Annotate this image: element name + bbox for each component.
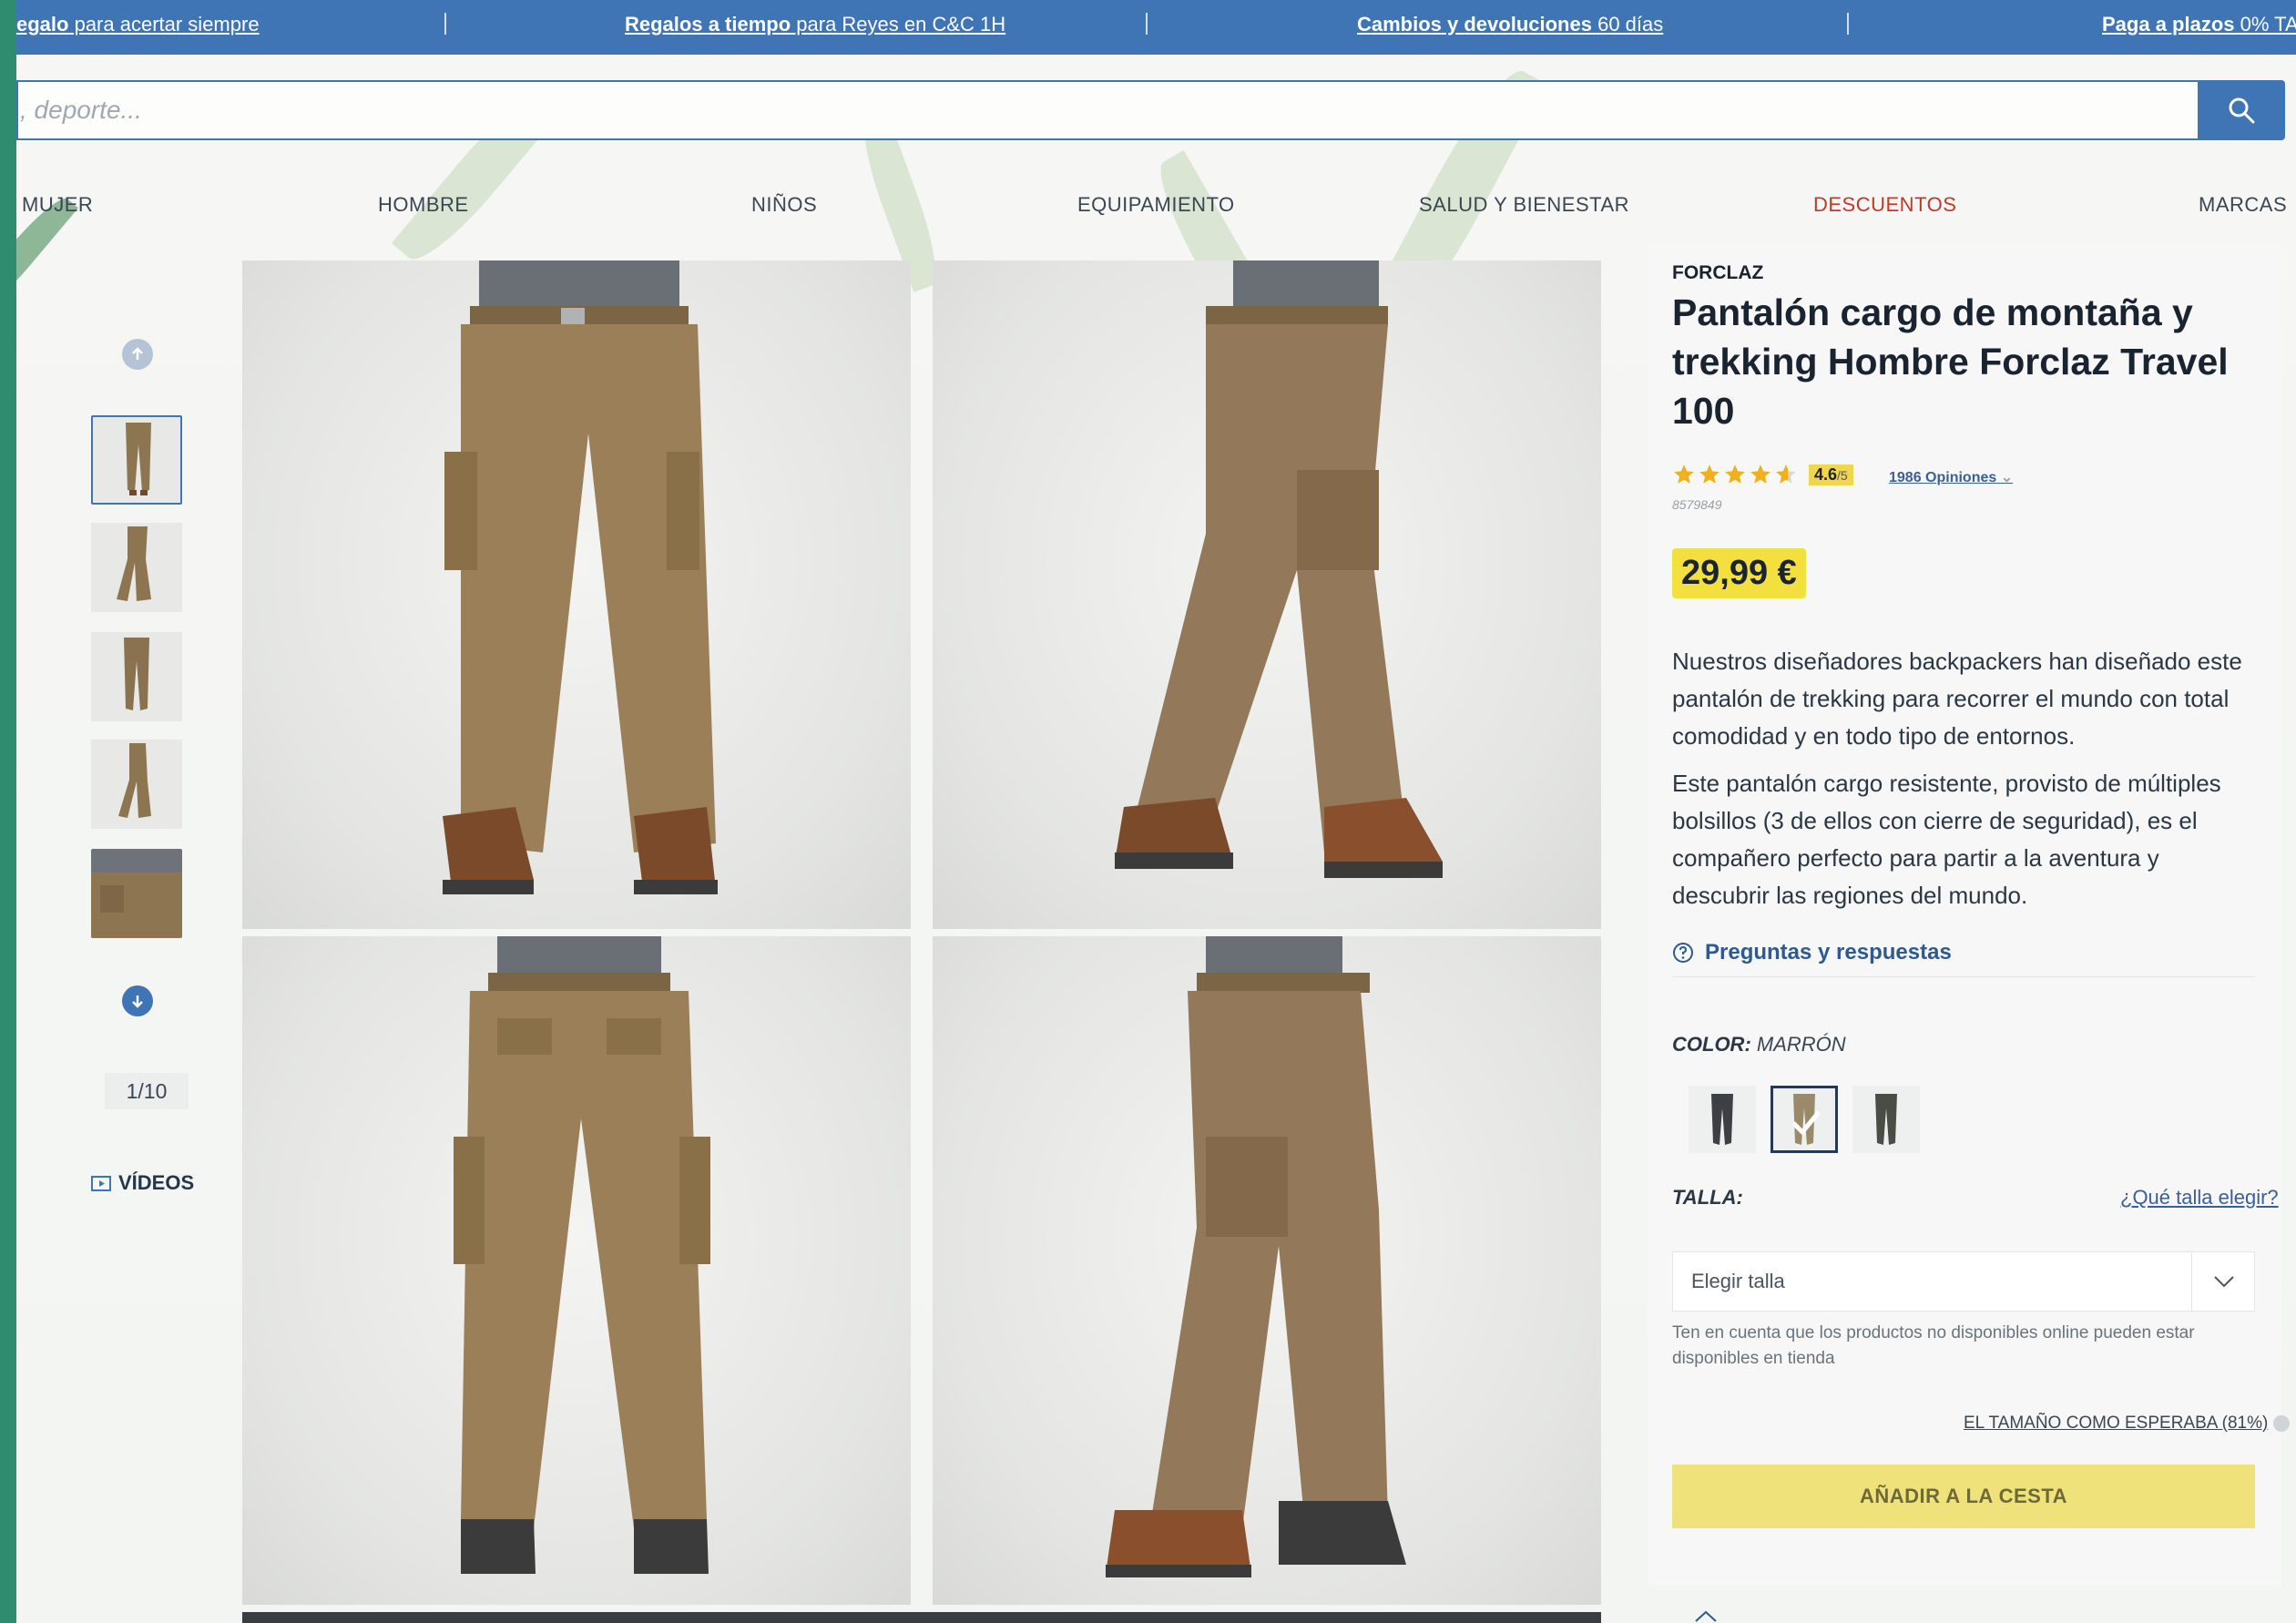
banner-link-installments[interactable]: Paga a plazos 0% TAE (2102, 13, 2296, 36)
thumbnail-front[interactable] (91, 415, 182, 505)
color-swatch-grey[interactable] (1689, 1086, 1756, 1153)
thumbnail-back[interactable] (91, 632, 182, 721)
video-icon (91, 1176, 111, 1191)
pants-side-2-image (1106, 936, 1406, 1577)
size-select[interactable]: Elegir talla (1672, 1251, 2255, 1312)
availability-note: Ten en cuenta que los productos no dispo… (1672, 1323, 2195, 1368)
banner-separator (444, 13, 446, 35)
product-title: Pantalón cargo de montaña y trekking Hom… (1672, 291, 2229, 432)
banner-link-gifts-on-time[interactable]: Regalos a tiempo para Reyes en C&C 1H (625, 13, 1005, 36)
banner-separator (1847, 13, 1849, 35)
info-dot-icon (2273, 1415, 2291, 1432)
pants-thumbnail-image (91, 849, 182, 938)
add-to-cart-button[interactable]: AÑADIR A LA CESTA (1672, 1465, 2255, 1528)
rating-value: 4.6 (1814, 465, 1838, 484)
reviews-link[interactable]: 1986 Opiniones ⌄ (1889, 468, 2013, 486)
color-label: COLOR: MARRÓN (1672, 1033, 1846, 1056)
product-brand[interactable]: FORCLAZ (1672, 262, 1763, 284)
videos-button[interactable]: VÍDEOS (91, 1171, 194, 1195)
color-value: MARRÓN (1756, 1033, 1846, 1056)
search-input[interactable] (18, 82, 2198, 138)
rating-scale: /5 (1837, 468, 1848, 483)
pants-front-image (443, 260, 718, 894)
star-icon (1674, 464, 1694, 484)
videos-label: VÍDEOS (118, 1171, 195, 1194)
search-button[interactable] (2198, 80, 2285, 140)
pants-swatch-image (1875, 1094, 1897, 1145)
rating-badge: 4.6/5 (1809, 464, 1853, 485)
chevron-down-icon (2213, 1276, 2234, 1288)
banner-separator (1146, 13, 1148, 35)
promo-banner: egalo para acertar siempre Regalos a tie… (16, 0, 2296, 55)
page: egalo para acertar siempre Regalos a tie… (16, 0, 2296, 1623)
questions-answers-link[interactable]: Preguntas y respuestas (1672, 940, 1952, 965)
banner-link-returns[interactable]: Cambios y devoluciones 60 días (1357, 13, 1663, 36)
rating-stars (1672, 463, 1798, 486)
size-select-value: Elegir talla (1691, 1270, 1785, 1292)
star-half-icon (1776, 464, 1796, 484)
pants-thumbnail-image (91, 632, 182, 721)
chevron-down-icon: ⌄ (2000, 470, 2014, 485)
nav-mujer[interactable]: MUJER (22, 193, 93, 217)
pants-thumbnail-image (91, 740, 182, 829)
arrow-down-icon (132, 995, 143, 1008)
product-photo-front[interactable] (242, 260, 911, 929)
product-price: 29,99 € (1672, 548, 1806, 598)
product-description-2: Este pantalón cargo resistente, provisto… (1672, 770, 2221, 909)
size-select-toggle[interactable] (2191, 1251, 2255, 1312)
question-icon (1673, 943, 1693, 963)
thumbnail-side-2[interactable] (91, 740, 182, 829)
search-icon (2229, 97, 2255, 124)
size-label: TALLA: (1672, 1186, 1743, 1209)
divider (1672, 976, 2255, 977)
size-fit-link[interactable]: EL TAMAÑO COMO ESPERABA (81%) (1964, 1414, 2291, 1434)
star-icon (1750, 464, 1770, 484)
nav-salud-bienestar[interactable]: SALUD Y BIENESTAR (1419, 193, 1629, 217)
product-photo-row-3 (242, 1612, 1601, 1623)
checkmark-icon (1791, 1110, 1821, 1136)
pants-side-image (1115, 260, 1443, 878)
star-icon (1699, 464, 1719, 484)
thumbnail-side[interactable] (91, 523, 182, 612)
questions-answers-label: Preguntas y respuestas (1705, 940, 1952, 965)
nav-hombre[interactable]: HOMBRE (378, 193, 469, 217)
star-icon (1725, 464, 1745, 484)
color-swatch-brown[interactable] (1770, 1086, 1838, 1153)
product-reference: 8579849 (1672, 497, 1722, 512)
pants-swatch-image (1711, 1094, 1733, 1145)
thumbnail-detail[interactable] (91, 849, 182, 938)
size-guide-link[interactable]: ¿Qué talla elegir? (2120, 1186, 2279, 1210)
bottom-chevron-icon (1694, 1610, 1718, 1623)
pants-thumbnail-image (91, 523, 182, 612)
product-photo-back[interactable] (242, 936, 911, 1605)
color-swatch-dark[interactable] (1852, 1086, 1920, 1153)
nav-ninos[interactable]: NIÑOS (751, 193, 817, 217)
product-info-panel (1648, 246, 2281, 1585)
nav-marcas[interactable]: MARCAS (2199, 193, 2287, 217)
product-photo-side-2[interactable] (933, 936, 1601, 1605)
thumbnails-down-button[interactable] (122, 985, 153, 1016)
nav-equipamiento[interactable]: EQUIPAMIENTO (1077, 193, 1235, 217)
gallery-counter: 1/10 (105, 1073, 189, 1109)
nav-descuentos[interactable]: DESCUENTOS (1813, 193, 1956, 217)
pants-back-image (454, 936, 710, 1574)
banner-link-gift[interactable]: egalo para acertar siempre (16, 13, 260, 36)
product-description: Nuestros diseñadores backpackers han dis… (1672, 648, 2242, 750)
thumbnails-up-button[interactable] (122, 339, 153, 370)
search-bar (16, 80, 2198, 140)
arrow-up-icon (132, 347, 143, 360)
pants-thumbnail-image (93, 417, 180, 503)
product-photo-side[interactable] (933, 260, 1601, 929)
